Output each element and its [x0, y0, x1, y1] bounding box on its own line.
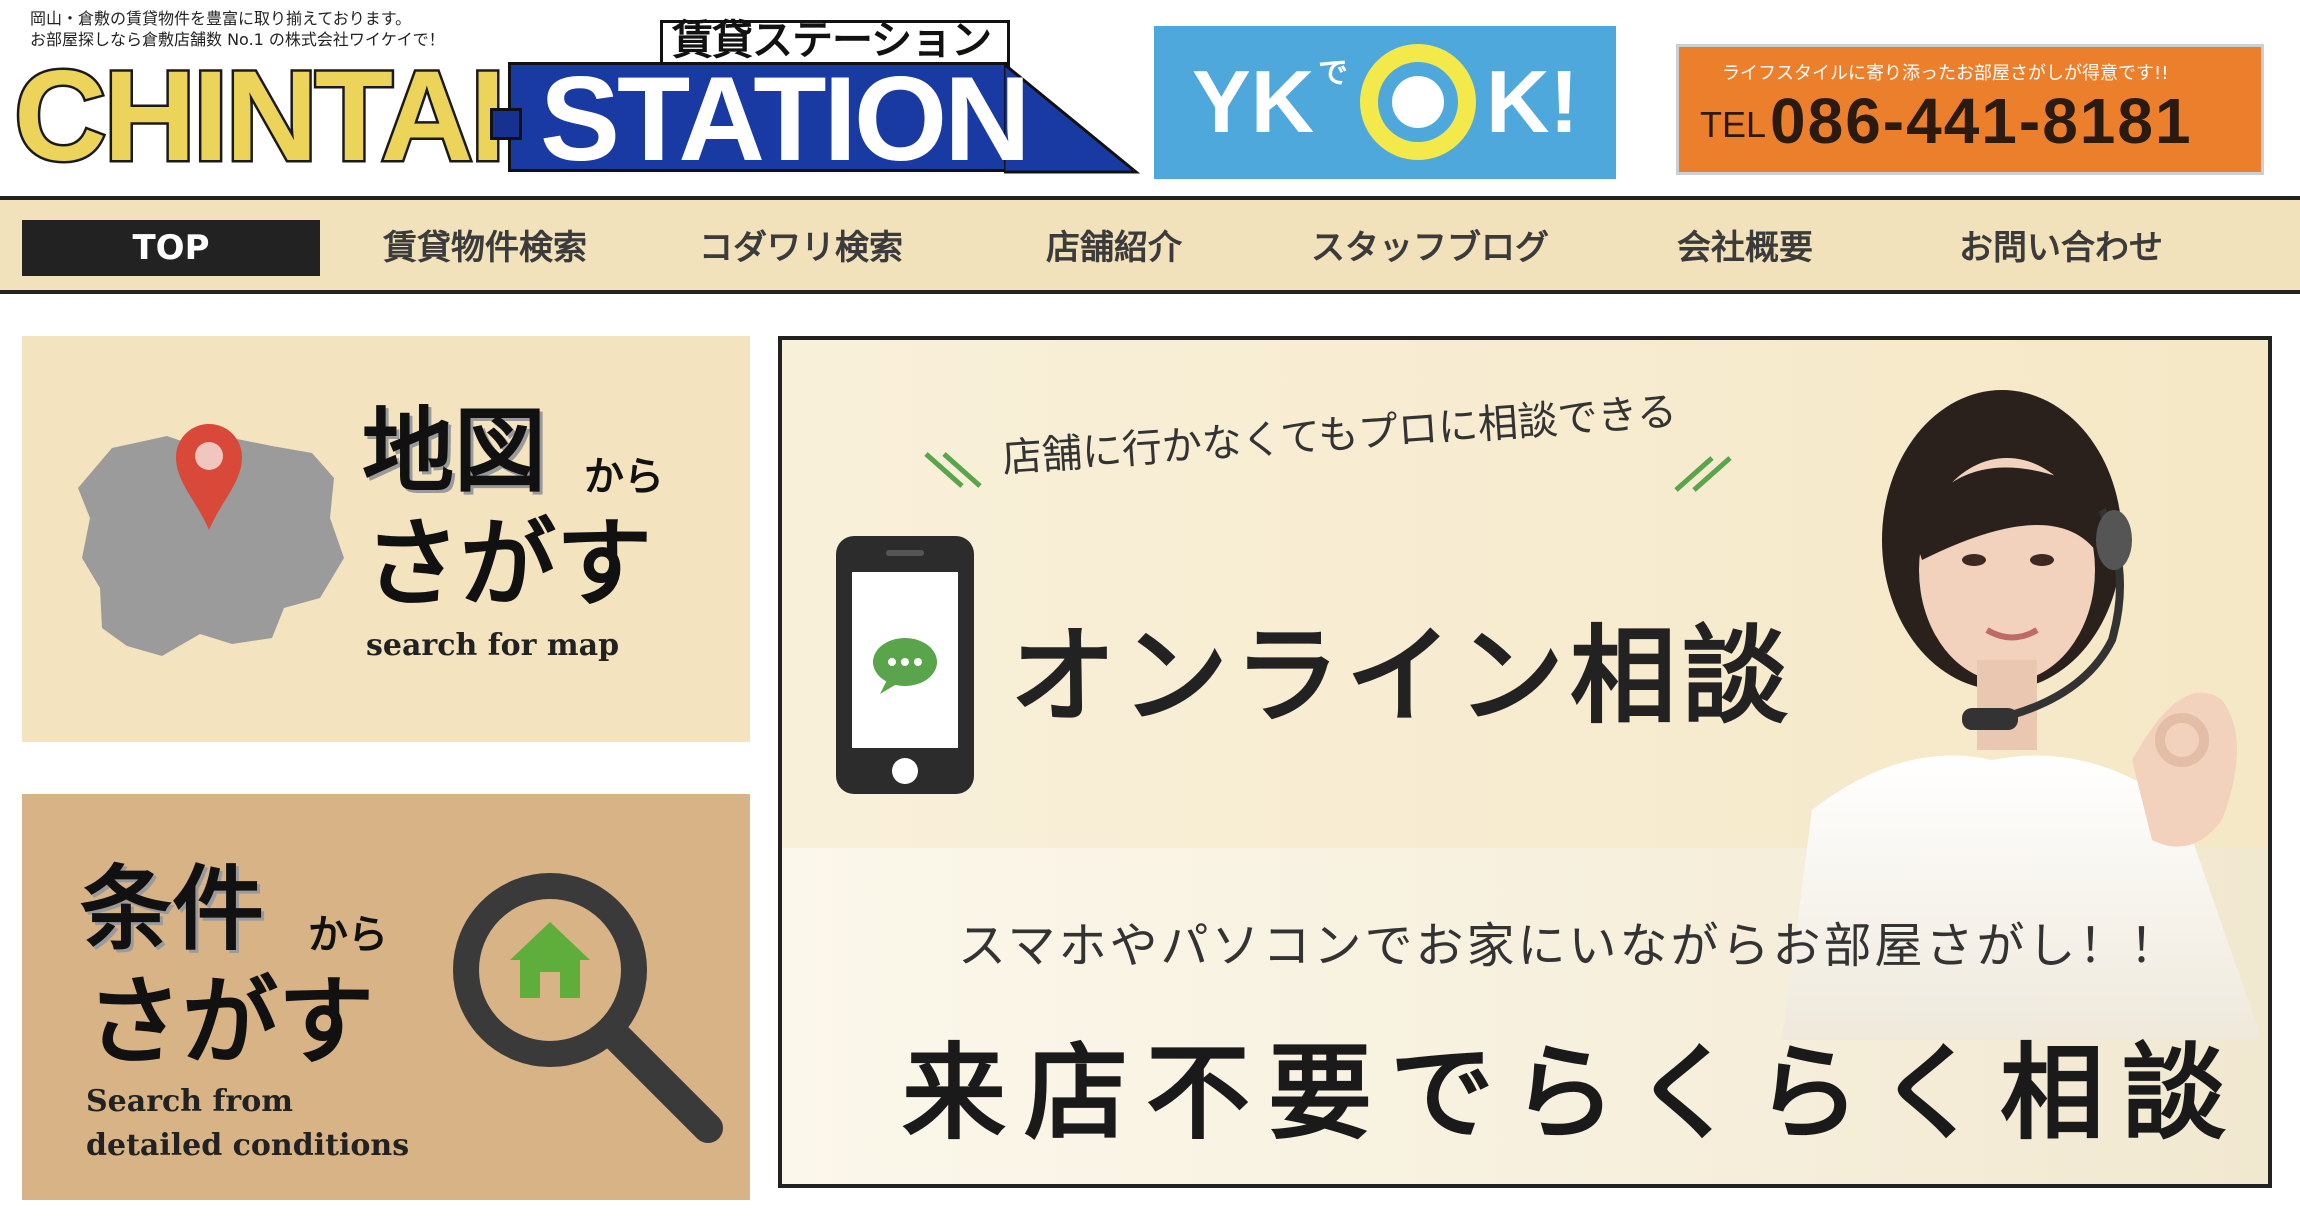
nav-item-top[interactable]: TOP [22, 220, 320, 276]
smartphone-icon [836, 536, 974, 794]
nav-item-staff-blog[interactable]: スタッフブログ [1290, 220, 1570, 276]
map-pin-icon [176, 424, 242, 530]
nav-item-detail-search[interactable]: コダワリ検索 [676, 220, 926, 276]
slash-left-icon [924, 452, 982, 488]
map-card-sagasu: さがす [364, 508, 652, 620]
nav-item-rental-search[interactable]: 賃貸物件検索 [360, 220, 610, 276]
map-card-sub: search for map [366, 628, 620, 663]
main-nav: TOP 賃貸物件検索 コダワリ検索 店舗紹介 スタッフブログ 会社概要 お問い合… [0, 196, 2300, 294]
yk-banner-yk: YK [1192, 52, 1315, 151]
map-card-kanji: 地図 [362, 398, 547, 505]
logo-station-text: STATION [540, 52, 1031, 186]
banner-main-text: 来店不要でらくらく相談 [902, 1032, 2245, 1154]
site-logo-link[interactable]: 賃貸ステーション CHINTAI STATION [0, 0, 1140, 190]
search-by-conditions-card[interactable]: 条件 から さがす Search from detailed condition… [22, 794, 750, 1200]
map-card-kara: から [584, 454, 664, 500]
cond-card-sagasu: さがす [86, 966, 374, 1078]
logo-dot [490, 108, 522, 140]
banner-sub-text: スマホやパソコンでお家にいながらお部屋さがし！！ [958, 918, 2181, 974]
logo-chintai-text: CHINTAI [12, 45, 509, 188]
cond-card-sub-2: detailed conditions [86, 1128, 410, 1163]
nav-item-company[interactable]: 会社概要 [1640, 220, 1850, 276]
tel-banner-tagline: ライフスタイルに寄り添ったお部屋さがしが得意です!! [1722, 63, 2169, 84]
online-consultation-banner[interactable]: 店舗に行かなくてもプロに相談できる オンライン相談 スマホやパソコンでお家にいな… [778, 336, 2272, 1188]
yk-banner-k: K! [1486, 52, 1579, 151]
yk-banner-de: で [1318, 56, 1348, 91]
ok-circle-icon [1360, 44, 1476, 160]
site-header: 岡山・倉敷の賃貸物件を豊富に取り揃えております。 お部屋探しなら倉敷店舗数 No… [0, 0, 2300, 196]
cond-card-kanji: 条件 [80, 856, 265, 963]
nav-item-contact[interactable]: お問い合わせ [1936, 220, 2186, 276]
cond-card-kara: から [308, 912, 388, 958]
nav-item-stores[interactable]: 店舗紹介 [1010, 220, 1218, 276]
search-by-map-card[interactable]: 地図 から さがす search for map [22, 336, 750, 742]
tel-number[interactable]: 086-441-8181 [1770, 86, 2193, 156]
magnifier-house-icon [453, 873, 723, 1143]
tel-prefix: TEL [1700, 104, 1767, 145]
chat-bubble-icon [873, 638, 937, 694]
cond-card-sub-1: Search from [86, 1084, 293, 1119]
